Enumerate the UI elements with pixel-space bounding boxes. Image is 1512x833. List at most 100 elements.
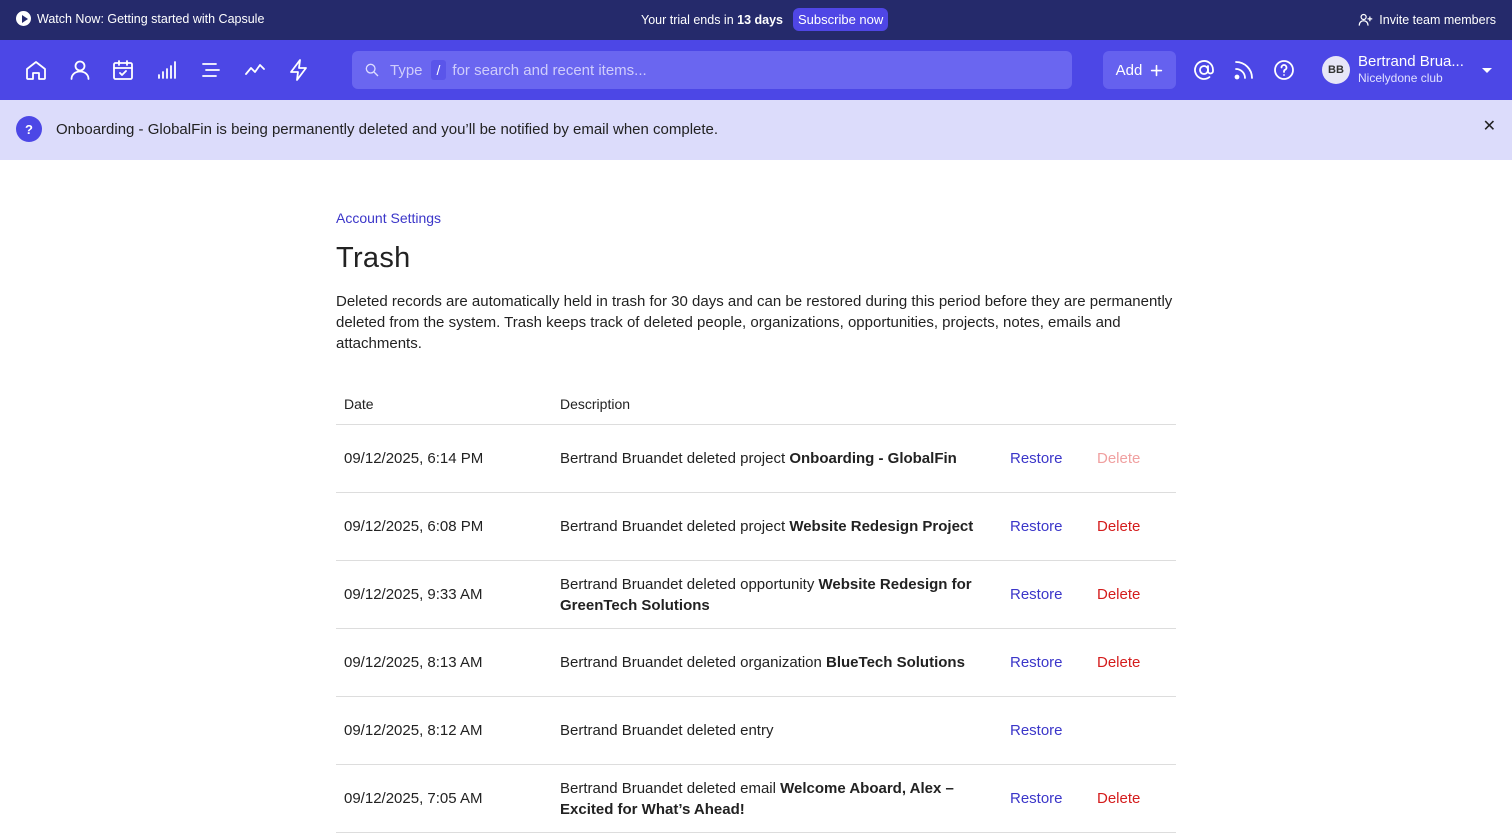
restore-button[interactable]: Restore xyxy=(1010,450,1063,467)
trial-prefix: Your trial ends in xyxy=(641,12,734,27)
search-icon xyxy=(365,63,379,77)
delete-button[interactable]: Delete xyxy=(1097,518,1140,535)
main-content: Account Settings Trash Deleted records a… xyxy=(336,200,1176,833)
table-row: 09/12/2025, 8:13 AM Bertrand Bruandet del… xyxy=(336,628,1176,697)
row-delete-cell: Delete xyxy=(1089,560,1176,629)
row-date: 09/12/2025, 8:13 AM xyxy=(336,628,552,697)
watch-now-label: Watch Now: Getting started with Capsule xyxy=(37,11,265,26)
breadcrumb[interactable]: Account Settings xyxy=(336,210,441,226)
row-description-text: Bertrand Bruandet deleted opportunity xyxy=(560,575,819,593)
user-name: Bertrand Brua... xyxy=(1358,53,1464,70)
subscribe-button[interactable]: Subscribe now xyxy=(793,8,889,31)
help-icon[interactable] xyxy=(1272,58,1296,82)
row-date: 09/12/2025, 6:08 PM xyxy=(336,492,552,561)
row-restore-cell: Restore xyxy=(1002,628,1089,697)
row-restore-cell: Restore xyxy=(1002,764,1089,833)
search-placeholder-prefix: Type xyxy=(390,61,423,79)
row-date: 09/12/2025, 7:05 AM xyxy=(336,764,552,833)
description-header: Description xyxy=(552,396,1002,425)
watch-now-link[interactable]: Watch Now: Getting started with Capsule xyxy=(16,11,264,26)
home-icon[interactable] xyxy=(24,58,48,82)
invite-team-button[interactable]: Invite team members xyxy=(1358,12,1496,27)
row-description: Bertrand Bruandet deleted project Websit… xyxy=(552,492,1002,561)
delete-button[interactable]: Delete xyxy=(1097,586,1140,603)
chevron-down-icon[interactable] xyxy=(1482,68,1492,73)
restore-button[interactable]: Restore xyxy=(1010,790,1063,807)
user-org: Nicelydone club xyxy=(1358,71,1443,85)
row-delete-cell: Delete xyxy=(1089,628,1176,697)
table-row: 09/12/2025, 6:14 PM Bertrand Bruandet del… xyxy=(336,424,1176,493)
close-icon[interactable]: ✕ xyxy=(1483,116,1496,136)
trash-table: Date Description 09/12/2025, 6:14 PM Bert… xyxy=(336,396,1176,833)
trend-line-icon[interactable] xyxy=(243,58,267,82)
user-menu[interactable]: BB Bertrand Brua... Nicelydone club xyxy=(1322,54,1464,86)
bar-chart-icon[interactable] xyxy=(155,58,179,82)
row-delete-cell: Delete xyxy=(1089,424,1176,493)
row-delete-cell: Delete xyxy=(1089,764,1176,833)
delete-button: Delete xyxy=(1097,450,1141,467)
row-description-text: Bertrand Bruandet deleted email xyxy=(560,779,781,797)
search-shortcut-key: / xyxy=(430,60,447,80)
row-description-text: Bertrand Bruandet deleted project xyxy=(560,518,790,535)
row-restore-cell: Restore xyxy=(1002,560,1089,629)
trash-rows: 09/12/2025, 6:14 PM Bertrand Bruandet del… xyxy=(336,424,1176,833)
row-description: Bertrand Bruandet deleted opportunity We… xyxy=(552,560,1002,629)
delete-button[interactable]: Delete xyxy=(1097,790,1140,807)
play-icon xyxy=(16,11,31,26)
row-item-name: Onboarding - GlobalFin xyxy=(789,450,957,467)
page-title: Trash xyxy=(336,242,411,274)
trial-info: Your trial ends in 13 days Subscribe now xyxy=(641,8,889,31)
add-person-icon xyxy=(1358,13,1373,26)
restore-button[interactable]: Restore xyxy=(1010,654,1063,671)
trial-text: Your trial ends in 13 days xyxy=(641,13,783,27)
user-info: Bertrand Brua... Nicelydone club xyxy=(1358,54,1464,86)
calendar-check-icon[interactable] xyxy=(111,58,135,82)
row-item-name: Website Redesign Project xyxy=(789,518,974,535)
table-row: 09/12/2025, 8:12 AM Bertrand Bruandet del… xyxy=(336,696,1176,765)
main-navbar: Type / for search and recent items... Ad… xyxy=(0,40,1512,100)
row-date: 09/12/2025, 9:33 AM xyxy=(336,560,552,629)
notice-text: Onboarding - GlobalFin is being permanen… xyxy=(56,121,719,138)
avatar: BB xyxy=(1322,56,1350,84)
row-description: Bertrand Bruandet deleted entry xyxy=(552,696,1002,765)
search-placeholder-suffix: for search and recent items... xyxy=(452,61,647,79)
notice-banner: ? Onboarding - GlobalFin is being perman… xyxy=(0,100,1512,160)
table-row: 09/12/2025, 9:33 AM Bertrand Bruandet del… xyxy=(336,560,1176,629)
plus-icon xyxy=(1151,64,1163,76)
feed-icon[interactable] xyxy=(1232,58,1256,82)
row-delete-cell: Delete xyxy=(1089,492,1176,561)
person-icon[interactable] xyxy=(68,58,92,82)
table-row: 09/12/2025, 6:08 PM Bertrand Bruandet del… xyxy=(336,492,1176,561)
row-date: 09/12/2025, 6:14 PM xyxy=(336,424,552,493)
lightning-icon[interactable] xyxy=(287,58,311,82)
top-banner: Watch Now: Getting started with Capsule … xyxy=(0,0,1512,40)
restore-button[interactable]: Restore xyxy=(1010,586,1063,603)
table-row: 09/12/2025, 7:05 AM Bertrand Bruandet del… xyxy=(336,764,1176,833)
row-description-text: Bertrand Bruandet deleted entry xyxy=(560,722,774,739)
page-intro: Deleted records are automatically held i… xyxy=(336,293,1173,352)
add-label: Add xyxy=(1115,61,1143,79)
restore-header xyxy=(1002,396,1089,425)
row-restore-cell: Restore xyxy=(1002,492,1089,561)
search-input[interactable]: Type / for search and recent items... xyxy=(352,51,1072,89)
list-icon[interactable] xyxy=(199,58,223,82)
row-restore-cell: Restore xyxy=(1002,696,1089,765)
delete-header xyxy=(1089,396,1176,425)
row-description: Bertrand Bruandet deleted email Welcome … xyxy=(552,764,1002,833)
row-description: Bertrand Bruandet deleted organization B… xyxy=(552,628,1002,697)
row-restore-cell: Restore xyxy=(1002,424,1089,493)
row-item-name: BlueTech Solutions xyxy=(826,654,965,671)
mention-icon[interactable] xyxy=(1192,58,1216,82)
question-icon: ? xyxy=(16,116,42,142)
date-header: Date xyxy=(336,396,552,425)
restore-button[interactable]: Restore xyxy=(1010,518,1063,535)
invite-label: Invite team members xyxy=(1379,12,1496,27)
row-description-text: Bertrand Bruandet deleted project xyxy=(560,450,790,467)
row-delete-cell xyxy=(1089,696,1176,765)
table-header-row: Date Description xyxy=(336,396,1176,425)
add-button[interactable]: Add xyxy=(1103,51,1176,89)
row-date: 09/12/2025, 8:12 AM xyxy=(336,696,552,765)
delete-button[interactable]: Delete xyxy=(1097,654,1140,671)
restore-button[interactable]: Restore xyxy=(1010,722,1063,739)
row-description: Bertrand Bruandet deleted project Onboar… xyxy=(552,424,1002,493)
